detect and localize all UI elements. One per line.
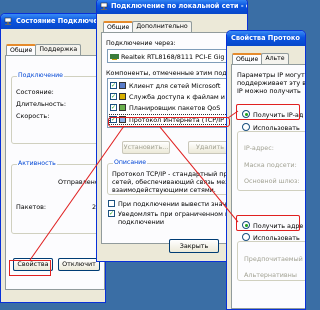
annotation-arrows	[29, 110, 239, 261]
